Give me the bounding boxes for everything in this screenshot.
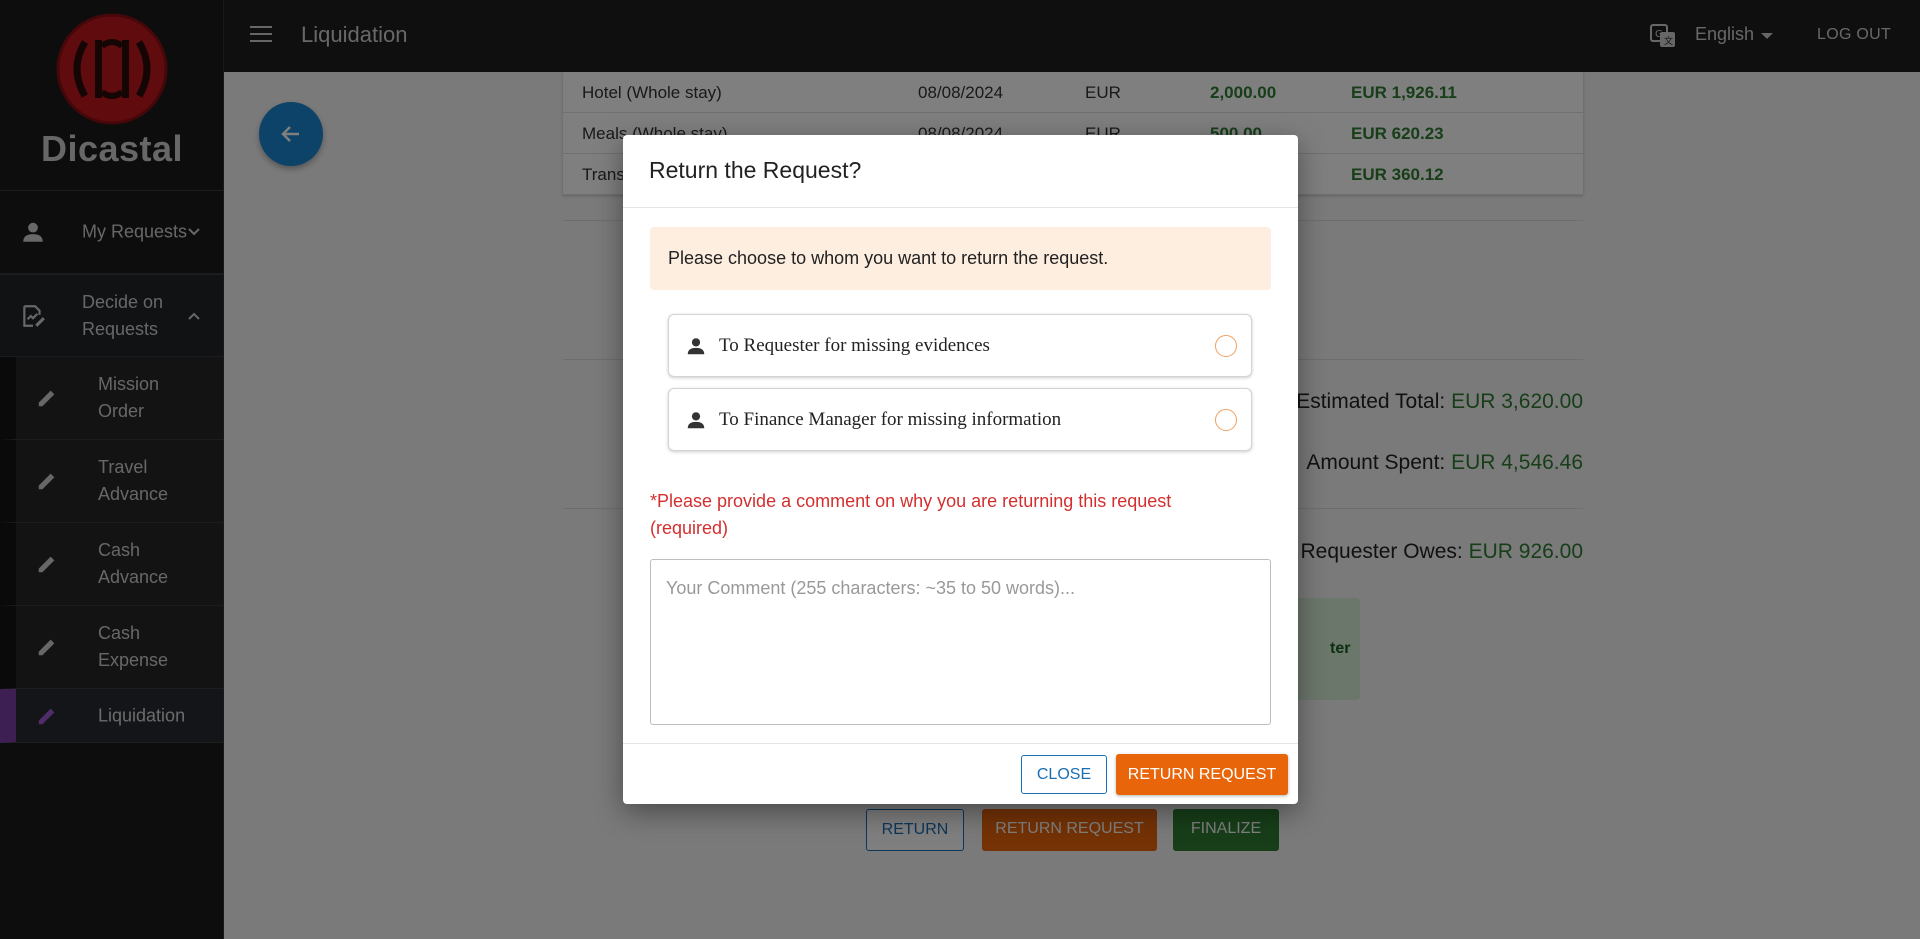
required-comment-label: *Please provide a comment on why you are… (650, 491, 1172, 538)
return-request-dialog: Return the Request? Please choose to who… (623, 135, 1298, 804)
divider (623, 743, 1298, 744)
option-label: To Requester for missing evidences (719, 335, 990, 356)
notice-text: Please choose to whom you want to return… (668, 248, 1109, 268)
person-icon (687, 338, 705, 355)
radio-finance-manager[interactable] (1215, 409, 1237, 431)
option-label: To Finance Manager for missing informati… (719, 409, 1062, 430)
notice-banner: Please choose to whom you want to return… (650, 227, 1271, 290)
person-icon (687, 412, 705, 429)
radio-requester[interactable] (1215, 335, 1237, 357)
option-finance-manager[interactable]: To Finance Manager for missing informati… (668, 388, 1252, 451)
option-requester[interactable]: To Requester for missing evidences (668, 314, 1252, 377)
divider (623, 207, 1298, 208)
return-request-confirm-button[interactable]: RETURN REQUEST (1116, 754, 1288, 795)
dialog-title: Return the Request? (649, 157, 862, 183)
comment-field[interactable] (650, 559, 1271, 725)
close-button[interactable]: CLOSE (1021, 755, 1107, 794)
